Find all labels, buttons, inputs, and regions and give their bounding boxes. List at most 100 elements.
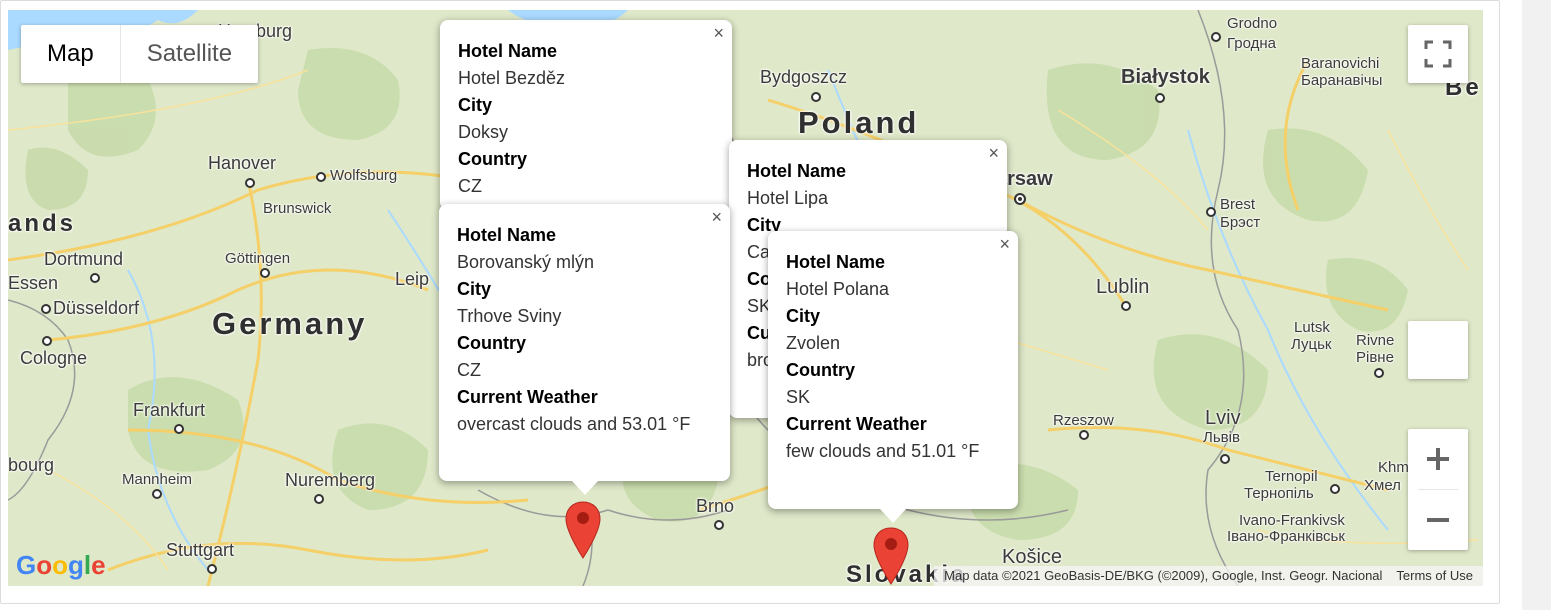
map-dot-grodno [1211, 32, 1221, 42]
field-label: Country [786, 360, 855, 380]
map-canvas[interactable]: Hamburg Bydgoszcz Poland Białystok Grodn… [8, 10, 1483, 586]
logo-letter: g [68, 550, 84, 580]
close-icon[interactable]: × [999, 235, 1010, 253]
map-type-control: Map Satellite [21, 25, 259, 83]
map-pin-icon[interactable] [564, 500, 602, 560]
info-window-tail [880, 509, 906, 523]
field-label: Country [458, 149, 527, 169]
map-dot-dortmund [90, 273, 100, 283]
field-value: Borovanský mlýn [457, 252, 595, 272]
page-scrollbar[interactable] [1522, 0, 1551, 610]
close-icon[interactable]: × [711, 208, 722, 226]
field-label: City [458, 95, 493, 115]
map-label-lviv: Lviv [1205, 407, 1241, 429]
map-dot-frankfurt [174, 424, 184, 434]
info-window-hotel-bezdez: × Hotel Name Hotel Bezděz City Doksy Cou… [440, 20, 732, 210]
map-label-mannheim: Mannheim [122, 471, 193, 488]
map-label-kosice: Košice [1002, 546, 1063, 568]
map-label-leipzig: Leip [395, 269, 430, 289]
map-type-map-button[interactable]: Map [21, 25, 120, 83]
map-dot-warsaw [1014, 193, 1026, 205]
logo-letter: o [36, 550, 53, 580]
field-value: Hotel Bezděz [458, 68, 566, 88]
map-dot-rzeszow [1079, 430, 1089, 440]
minus-icon [1427, 518, 1449, 522]
map-label-brno: Brno [696, 496, 735, 516]
close-icon[interactable]: × [988, 144, 999, 162]
map-label-hanover: Hanover [208, 153, 277, 173]
field-value: few clouds and 51.01 °F [786, 441, 980, 461]
field-value: CZ [457, 360, 481, 380]
pegman-button[interactable] [1408, 321, 1468, 379]
field-value: Trhove Sviny [457, 306, 562, 326]
map-dot-brno [714, 520, 724, 530]
terms-of-use-link[interactable]: Terms of Use [1396, 568, 1473, 583]
map-label-brunswick: Brunswick [263, 200, 332, 217]
field-value: CZ [458, 176, 482, 196]
logo-letter: e [91, 550, 106, 580]
fullscreen-icon [1424, 40, 1452, 68]
map-dot-stuttgart [207, 564, 217, 574]
field-label: Hotel Name [458, 41, 558, 61]
zoom-out-button[interactable] [1408, 490, 1468, 550]
close-icon[interactable]: × [713, 24, 724, 42]
map-label-rzeszow: Rzeszow [1053, 412, 1114, 429]
fullscreen-button[interactable] [1408, 25, 1468, 83]
map-dot-gottingen [260, 268, 270, 278]
field-value: Zvolen [786, 333, 841, 353]
map-label-wolfsburg: Wolfsburg [330, 167, 398, 184]
zoom-in-button[interactable] [1408, 429, 1468, 489]
map-label-grodno: Grodno [1227, 15, 1278, 32]
map-label-stuttgart: Stuttgart [166, 540, 235, 560]
map-type-satellite-button[interactable]: Satellite [121, 25, 258, 83]
field-label: City [457, 279, 492, 299]
map-dot-bydgoszcz [811, 92, 821, 102]
map-dot-dusseldorf [41, 304, 51, 314]
map-pin-icon[interactable] [872, 526, 910, 586]
map-dot-nuremberg [314, 494, 324, 504]
map-label-brest: Brest [1220, 196, 1256, 213]
map-label-ivano-cyr: Івано-Франківськ [1227, 528, 1345, 545]
map-dot-bialystok [1155, 93, 1165, 103]
plus-icon [1427, 448, 1449, 470]
map-label-rivne-cyr: Рівне [1356, 349, 1394, 366]
map-label-poland: Poland [798, 105, 920, 140]
map-label-dusseldorf: Düsseldorf [53, 298, 140, 318]
map-label-bialystok: Białystok [1121, 66, 1210, 88]
field-value: Doksy [458, 122, 509, 142]
info-window-borovansky-mlyn: × Hotel Name Borovanský mlýn City Trhove… [439, 204, 730, 495]
map-label-cologne: Cologne [20, 348, 88, 368]
field-label: Hotel Name [747, 161, 847, 181]
map-label-baranovichi: Baranovichi [1301, 55, 1380, 72]
map-label-baranovichi-cyr: Баранавічы [1301, 72, 1383, 89]
map-label-essen: Essen [8, 273, 59, 293]
map-dot-mannheim [152, 489, 162, 499]
map-label-lublin: Lublin [1096, 276, 1150, 298]
info-window-hotel-polana: × Hotel Name Hotel Polana City Zvolen Co… [768, 231, 1018, 523]
field-label: Hotel Name [457, 225, 557, 245]
map-dot-brest [1206, 207, 1216, 217]
field-value: SK [786, 387, 811, 407]
map-label-luxembourg: bourg [8, 455, 55, 475]
logo-letter: G [16, 550, 37, 580]
map-label-nuremberg: Nuremberg [285, 470, 376, 490]
map-label-bydgoszcz: Bydgoszcz [760, 67, 848, 87]
field-label: Hotel Name [786, 252, 886, 272]
map-dot-rivne [1374, 368, 1384, 378]
map-label-khmelnytskyi: Khm [1378, 459, 1409, 476]
attribution-text: Map data ©2021 GeoBasis-DE/BKG (©2009), … [944, 568, 1383, 583]
map-label-frankfurt: Frankfurt [133, 400, 206, 420]
map-label-lutsk-cyr: Луцьк [1291, 336, 1332, 353]
map-dot-cologne [42, 336, 52, 346]
field-label: Current Weather [457, 387, 598, 407]
field-label: Country [457, 333, 526, 353]
map-dot-lviv [1220, 454, 1230, 464]
field-label: Current Weather [786, 414, 927, 434]
map-dot-ternopil [1330, 484, 1340, 494]
map-label-rivne: Rivne [1356, 332, 1395, 349]
field-value: Hotel Lipa [747, 188, 829, 208]
map-label-dortmund: Dortmund [44, 249, 124, 269]
info-window-tail [571, 481, 598, 495]
map-label-lutsk: Lutsk [1294, 319, 1330, 336]
google-logo[interactable]: Google [16, 550, 106, 581]
